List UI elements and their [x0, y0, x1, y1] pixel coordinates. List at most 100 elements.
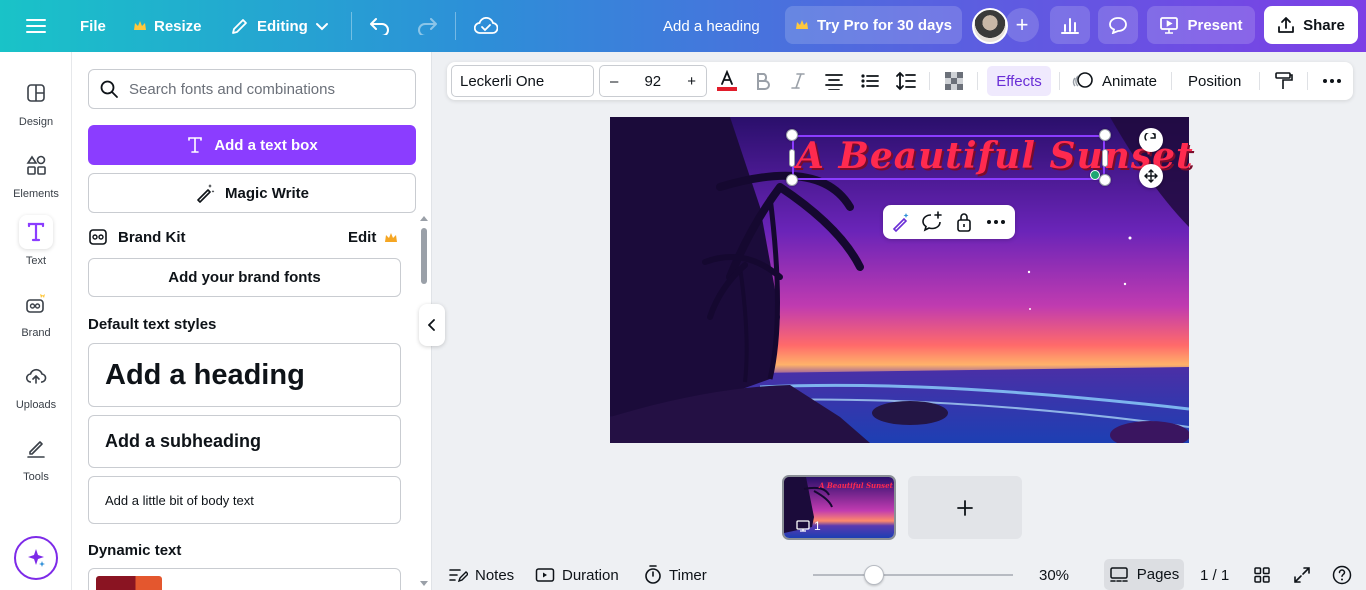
- brand-kit-header: Brand Kit: [88, 225, 388, 249]
- selection-box: [792, 135, 1105, 180]
- document-title[interactable]: Add a heading: [663, 0, 760, 52]
- zoom-slider-track[interactable]: [813, 574, 1013, 576]
- rail-item-uploads[interactable]: Uploads: [0, 359, 72, 411]
- magic-write-button[interactable]: Magic Write: [88, 173, 416, 213]
- sparkle-icon: [28, 549, 45, 567]
- search-icon: [100, 80, 118, 98]
- font-family-dropdown[interactable]: Leckerli One: [451, 65, 594, 97]
- crown-icon: [134, 21, 146, 30]
- rail-item-design[interactable]: Design: [0, 76, 72, 128]
- insights-button[interactable]: [1050, 6, 1090, 44]
- more-options-button[interactable]: [1320, 69, 1344, 93]
- align-center-icon: [825, 74, 843, 90]
- copy-style-button[interactable]: [1272, 69, 1296, 93]
- spacing-button[interactable]: [894, 69, 918, 93]
- add-heading-style[interactable]: Add a heading: [88, 343, 401, 407]
- animate-icon: [1072, 72, 1093, 88]
- file-menu[interactable]: File: [80, 0, 106, 52]
- transparency-button[interactable]: [942, 69, 966, 93]
- align-button[interactable]: [822, 69, 846, 93]
- page-thumbnail[interactable]: A Beautiful Sunset 1: [782, 475, 896, 540]
- search-input[interactable]: [129, 80, 409, 98]
- share-button[interactable]: Share: [1264, 6, 1358, 44]
- expand-icon: [1294, 567, 1310, 583]
- magic-assistant-button[interactable]: [14, 536, 58, 580]
- help-button[interactable]: [1332, 562, 1352, 588]
- duration-button[interactable]: Duration: [535, 562, 619, 588]
- scroll-up-icon: [420, 216, 428, 221]
- brand-kit-edit-link[interactable]: Edit: [348, 229, 398, 246]
- resize-handle[interactable]: [1099, 129, 1111, 141]
- crown-icon: [795, 20, 808, 29]
- add-page-button[interactable]: [908, 476, 1022, 539]
- present-button[interactable]: Present: [1147, 6, 1255, 44]
- bold-button[interactable]: [751, 69, 775, 93]
- tools-icon: [19, 431, 53, 465]
- move-button[interactable]: [1139, 164, 1163, 188]
- magic-wand-icon: [197, 184, 215, 203]
- panel-scrollbar-thumb[interactable]: [421, 228, 427, 284]
- add-subheading-style[interactable]: Add a subheading: [88, 415, 401, 468]
- menu-button[interactable]: [26, 0, 46, 52]
- collapse-panel-button[interactable]: [419, 304, 445, 346]
- add-body-text-style[interactable]: Add a little bit of body text: [88, 476, 401, 524]
- font-size-value[interactable]: 92: [644, 73, 661, 90]
- design-icon: [19, 76, 53, 110]
- rail-item-elements[interactable]: Elements: [0, 148, 72, 200]
- timer-button[interactable]: Timer: [644, 562, 707, 588]
- lock-icon[interactable]: [953, 211, 975, 233]
- resize-handle[interactable]: [786, 174, 798, 186]
- more-horizontal-icon[interactable]: [985, 211, 1007, 233]
- rail-item-brand[interactable]: Brand: [0, 287, 72, 339]
- font-search[interactable]: [88, 69, 416, 109]
- redo-button[interactable]: [416, 0, 438, 52]
- dynamic-text-thumbnail: [96, 576, 162, 590]
- zoom-level[interactable]: 30%: [1039, 562, 1069, 588]
- brand-icon: [19, 287, 53, 321]
- side-handle[interactable]: [1102, 149, 1108, 167]
- resize-button[interactable]: Resize: [133, 0, 202, 52]
- undo-button[interactable]: [369, 0, 391, 52]
- zoom-slider-handle[interactable]: [864, 565, 884, 585]
- font-size-stepper[interactable]: – 92 +: [599, 65, 707, 97]
- rail-item-text[interactable]: Text: [0, 215, 72, 267]
- add-comment-icon[interactable]: [921, 211, 943, 233]
- save-status[interactable]: [474, 0, 498, 52]
- notes-button[interactable]: Notes: [448, 562, 514, 588]
- resize-handle[interactable]: [786, 129, 798, 141]
- transparency-icon: [945, 72, 963, 90]
- effects-button[interactable]: Effects: [987, 66, 1051, 96]
- magic-edit-icon[interactable]: [890, 211, 912, 233]
- resize-handle[interactable]: [1099, 174, 1111, 186]
- side-handle[interactable]: [789, 149, 795, 167]
- editing-mode-dropdown[interactable]: Editing: [230, 0, 329, 52]
- rail-item-tools[interactable]: Tools: [0, 431, 72, 483]
- dynamic-text-title: Dynamic text: [88, 542, 182, 559]
- text-icon: [19, 215, 53, 249]
- bullet-list-icon: [861, 74, 879, 88]
- position-button[interactable]: Position: [1188, 62, 1241, 100]
- animate-button[interactable]: Animate: [1072, 62, 1157, 100]
- comments-button[interactable]: [1098, 6, 1138, 44]
- avatar[interactable]: [972, 8, 1008, 44]
- list-button[interactable]: [858, 69, 882, 93]
- text-color-button[interactable]: [715, 69, 739, 93]
- increase-size-button[interactable]: +: [687, 73, 696, 90]
- add-brand-fonts-button[interactable]: Add your brand fonts: [88, 258, 401, 297]
- divider: [351, 12, 352, 40]
- top-bar: File Resize Editing Add a heading Try Pr…: [0, 0, 1366, 52]
- rotate-button[interactable]: [1139, 128, 1163, 152]
- try-pro-button[interactable]: Try Pro for 30 days: [785, 6, 962, 44]
- scroll-down-icon: [420, 581, 428, 586]
- fullscreen-button[interactable]: [1293, 562, 1311, 588]
- italic-button[interactable]: [786, 69, 810, 93]
- line-spacing-icon: [896, 71, 916, 91]
- add-text-box-button[interactable]: Add a text box: [88, 125, 416, 165]
- decrease-size-button[interactable]: –: [610, 73, 618, 90]
- dynamic-text-card[interactable]: [88, 568, 401, 590]
- pages-button[interactable]: Pages: [1104, 559, 1184, 590]
- rotation-anchor[interactable]: [1090, 170, 1100, 180]
- help-icon: [1332, 565, 1352, 585]
- grid-view-button[interactable]: [1253, 562, 1271, 588]
- add-collaborator-button[interactable]: +: [1005, 8, 1039, 42]
